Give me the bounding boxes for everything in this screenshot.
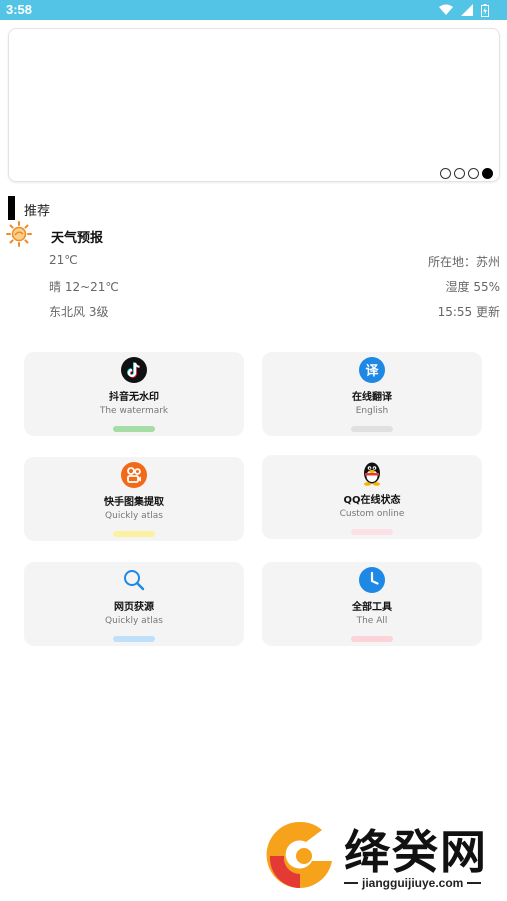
weather-title: 天气预报 bbox=[51, 231, 104, 246]
status-icons bbox=[439, 3, 489, 17]
signal-icon bbox=[461, 4, 473, 16]
tool-title: 在线翻译 bbox=[352, 392, 392, 403]
tool-subtitle: Quickly atlas bbox=[105, 511, 163, 521]
banner-carousel[interactable] bbox=[8, 28, 500, 182]
watermark-name: 绛癸网 bbox=[344, 825, 488, 879]
weather-temperature: 21℃ bbox=[49, 253, 78, 267]
tool-accent-bar bbox=[351, 636, 393, 642]
tool-card-qq-status[interactable]: QQ在线状态 Custom online bbox=[262, 455, 482, 539]
watermark: 绛癸网 jiangguijiuye.com bbox=[260, 816, 500, 896]
watermark-url-row: jiangguijiuye.com bbox=[344, 876, 482, 890]
tool-accent-bar bbox=[113, 426, 155, 432]
weather-wind: 东北风 3级 bbox=[49, 305, 109, 319]
weather-location: 所在地：苏州 bbox=[427, 255, 500, 269]
section-title: 推荐 bbox=[24, 204, 51, 219]
weather-humidity: 湿度 55% bbox=[445, 280, 501, 294]
weather-range: 晴 12~21℃ bbox=[49, 280, 119, 294]
tool-accent-bar bbox=[351, 529, 393, 535]
carousel-dot-active[interactable] bbox=[482, 168, 493, 179]
kuaishou-icon bbox=[121, 462, 147, 488]
carousel-dot[interactable] bbox=[454, 168, 465, 179]
qq-penguin-icon bbox=[364, 462, 380, 486]
tool-card-kuaishou[interactable]: 快手图集提取 Quickly atlas bbox=[24, 457, 244, 541]
tool-subtitle: Custom online bbox=[339, 509, 405, 519]
tool-card-web-source[interactable]: 网页获源 Quickly atlas bbox=[24, 562, 244, 646]
tool-title: QQ在线状态 bbox=[343, 495, 401, 506]
status-bar: 3:58 bbox=[0, 0, 507, 20]
carousel-indicator bbox=[440, 168, 493, 179]
tool-card-translate[interactable]: 译 在线翻译 English bbox=[262, 352, 482, 436]
wifi-icon bbox=[439, 4, 453, 15]
divider bbox=[467, 882, 482, 884]
tool-subtitle: The watermark bbox=[99, 406, 169, 416]
tool-title: 快手图集提取 bbox=[104, 497, 164, 508]
svg-text:译: 译 bbox=[365, 364, 379, 379]
sun-icon bbox=[6, 221, 32, 247]
tool-subtitle: Quickly atlas bbox=[105, 616, 163, 626]
carousel-dot[interactable] bbox=[440, 168, 451, 179]
battery-icon bbox=[481, 3, 489, 17]
tool-card-douyin[interactable]: 抖音无水印 The watermark bbox=[24, 352, 244, 436]
divider bbox=[344, 882, 358, 884]
tiktok-icon bbox=[121, 357, 147, 383]
tool-accent-bar bbox=[351, 426, 393, 432]
carousel-dot[interactable] bbox=[468, 168, 479, 179]
weather-updated: 15:55 更新 bbox=[437, 305, 500, 319]
status-time: 3:58 bbox=[6, 2, 33, 17]
tool-title: 全部工具 bbox=[352, 602, 392, 613]
tool-subtitle: The All bbox=[356, 616, 388, 626]
tool-accent-bar bbox=[113, 636, 155, 642]
tool-title: 抖音无水印 bbox=[109, 392, 159, 403]
clock-icon bbox=[359, 567, 385, 593]
tool-subtitle: English bbox=[355, 406, 389, 416]
tool-card-all-tools[interactable]: 全部工具 The All bbox=[262, 562, 482, 646]
search-icon bbox=[124, 570, 145, 591]
watermark-url: jiangguijiuye.com bbox=[362, 876, 464, 890]
translate-icon: 译 bbox=[359, 357, 385, 383]
section-marker bbox=[8, 196, 15, 220]
tool-title: 网页获源 bbox=[114, 602, 154, 613]
tool-accent-bar bbox=[113, 531, 155, 537]
watermark-logo-icon bbox=[266, 821, 332, 889]
